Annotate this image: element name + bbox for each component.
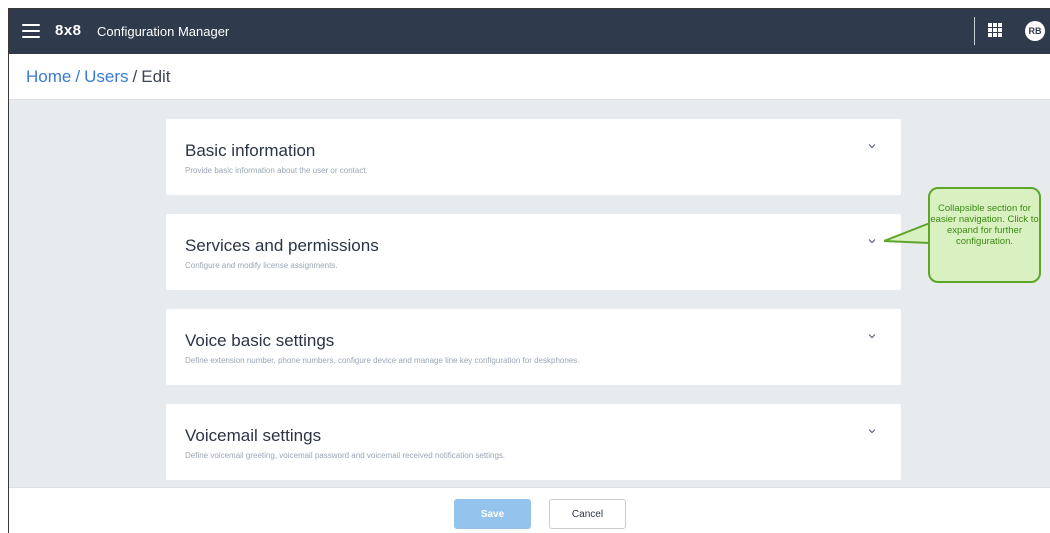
callout-pointer — [884, 222, 931, 244]
chevron-down-icon[interactable] — [868, 332, 876, 340]
section-description: Provide basic information about the user… — [185, 166, 368, 175]
hamburger-menu-icon[interactable] — [22, 24, 40, 38]
breadcrumb-current: Edit — [141, 67, 171, 86]
app-frame: 8x8 Configuration Manager RB Home / Users /… — [8, 8, 1050, 533]
annotation-callout: Collapsible section for easier navigatio… — [928, 187, 1041, 283]
top-bar: 8x8 Configuration Manager RB — [9, 9, 1050, 54]
section-title: Voicemail settings — [185, 426, 322, 445]
breadcrumb-separator: / — [132, 67, 138, 86]
header-divider — [974, 17, 975, 45]
section-description: Define extension number, phone numbers, … — [185, 356, 580, 365]
section-voice-basic-settings[interactable]: Voice basic settings Define extension nu… — [166, 309, 901, 385]
section-title: Services and permissions — [185, 236, 379, 255]
breadcrumb-home-link[interactable]: Home — [26, 67, 71, 86]
chevron-down-icon[interactable] — [868, 142, 876, 150]
chevron-down-icon[interactable] — [868, 237, 876, 245]
section-basic-information[interactable]: Basic information Provide basic informat… — [166, 119, 901, 195]
save-button[interactable]: Save — [454, 499, 531, 529]
brand-logo: 8x8 — [55, 22, 82, 39]
cancel-button[interactable]: Cancel — [549, 499, 626, 529]
breadcrumb-separator: / — [75, 67, 81, 86]
user-avatar[interactable]: RB — [1025, 21, 1045, 41]
section-services-and-permissions[interactable]: Services and permissions Configure and m… — [166, 214, 901, 290]
section-title: Voice basic settings — [185, 331, 335, 350]
app-title: Configuration Manager — [97, 24, 230, 39]
section-description: Configure and modify license assignments… — [185, 261, 338, 270]
section-voicemail-settings[interactable]: Voicemail settings Define voicemail gree… — [166, 404, 901, 480]
section-description: Define voicemail greeting, voicemail pas… — [185, 451, 506, 460]
action-footer: Save Cancel — [9, 487, 1050, 533]
chevron-down-icon[interactable] — [868, 427, 876, 435]
breadcrumb-users-link[interactable]: Users — [84, 67, 128, 86]
breadcrumb: Home / Users / Edit — [9, 54, 1050, 100]
section-title: Basic information — [185, 141, 316, 160]
app-grid-icon[interactable] — [988, 23, 1002, 37]
